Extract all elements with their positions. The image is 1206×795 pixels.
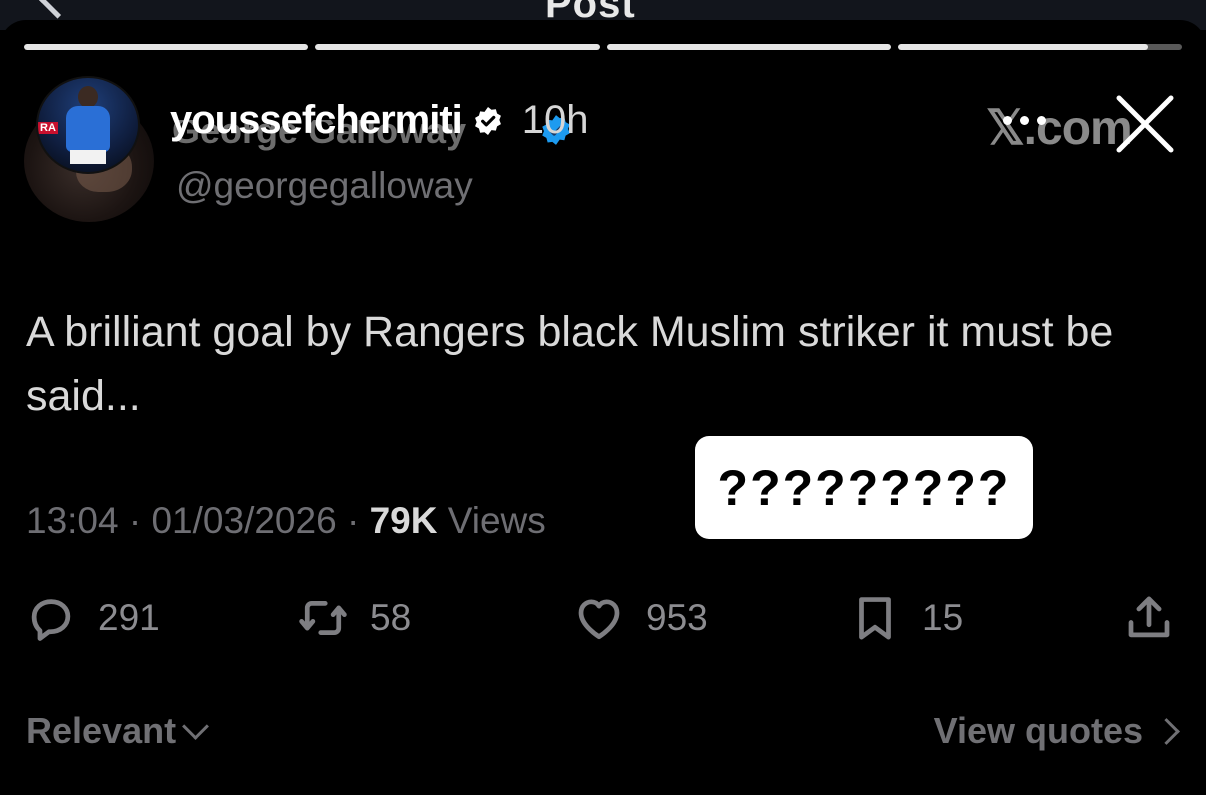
like-count: 953 xyxy=(646,597,708,638)
repost-button[interactable]: 58 xyxy=(296,590,411,646)
repost-icon xyxy=(299,601,347,635)
share-icon xyxy=(1128,596,1170,638)
story-time-ago: 10h xyxy=(521,98,589,142)
tweet-action-bar: 291 58 953 15 xyxy=(24,590,1184,650)
like-icon xyxy=(578,599,620,640)
chevron-down-icon xyxy=(182,712,210,740)
views-count: 79K xyxy=(369,500,438,541)
meta-separator: · xyxy=(128,500,142,541)
progress-fill xyxy=(315,44,600,50)
bookmark-count: 15 xyxy=(922,597,964,638)
question-marks-sticker: ????????? xyxy=(695,436,1033,539)
progress-fill xyxy=(24,44,309,50)
close-icon[interactable] xyxy=(1113,92,1177,156)
story-username[interactable]: youssefchermiti xyxy=(170,98,463,143)
sticker-text: ????????? xyxy=(717,459,1011,516)
chevron-right-icon xyxy=(1153,717,1180,745)
more-dots-icon[interactable] xyxy=(1003,116,1046,125)
progress-segment xyxy=(24,44,309,50)
bookmark-button[interactable]: 15 xyxy=(848,590,963,646)
story-user-avatar[interactable]: RA xyxy=(36,76,140,174)
back-chevron-icon[interactable] xyxy=(38,0,77,19)
verified-badge-icon xyxy=(474,106,501,135)
share-button[interactable] xyxy=(1122,590,1176,646)
x-com-logo: 𝕏.com xyxy=(986,102,1133,155)
bookmark-icon xyxy=(859,597,891,640)
progress-fill xyxy=(897,44,1148,50)
view-quotes-button[interactable]: View quotes xyxy=(933,710,1180,752)
view-quotes-label: View quotes xyxy=(933,710,1143,751)
meta-separator: · xyxy=(346,500,360,541)
tweet-author-handle: @georgegalloway xyxy=(176,165,473,206)
tweet-footer: Relevant View quotes xyxy=(26,710,1180,760)
sort-label: Relevant xyxy=(26,710,177,751)
progress-segment xyxy=(606,44,891,50)
reply-count: 291 xyxy=(98,597,160,638)
story-viewer: Post George Galloway @georgegalloway 𝕏.c… xyxy=(0,0,1206,795)
tweet-time: 13:04 xyxy=(26,500,119,541)
like-button[interactable]: 953 xyxy=(572,590,708,646)
reply-icon xyxy=(31,599,71,641)
tweet-date: 01/03/2026 xyxy=(151,500,337,541)
progress-segment xyxy=(897,44,1182,50)
reply-button[interactable]: 291 xyxy=(24,590,160,646)
story-progress xyxy=(24,44,1182,50)
repost-count: 58 xyxy=(370,597,412,638)
tweet-meta: 13:04 · 01/03/2026 · 79K Views xyxy=(26,500,546,542)
story-user-header: youssefchermiti 10h xyxy=(170,98,589,143)
progress-fill xyxy=(606,44,891,50)
tweet-body: A brilliant goal by Rangers black Muslim… xyxy=(26,308,1114,420)
views-label: Views xyxy=(447,500,546,541)
sort-relevant-button[interactable]: Relevant xyxy=(26,710,210,752)
progress-segment xyxy=(315,44,600,50)
